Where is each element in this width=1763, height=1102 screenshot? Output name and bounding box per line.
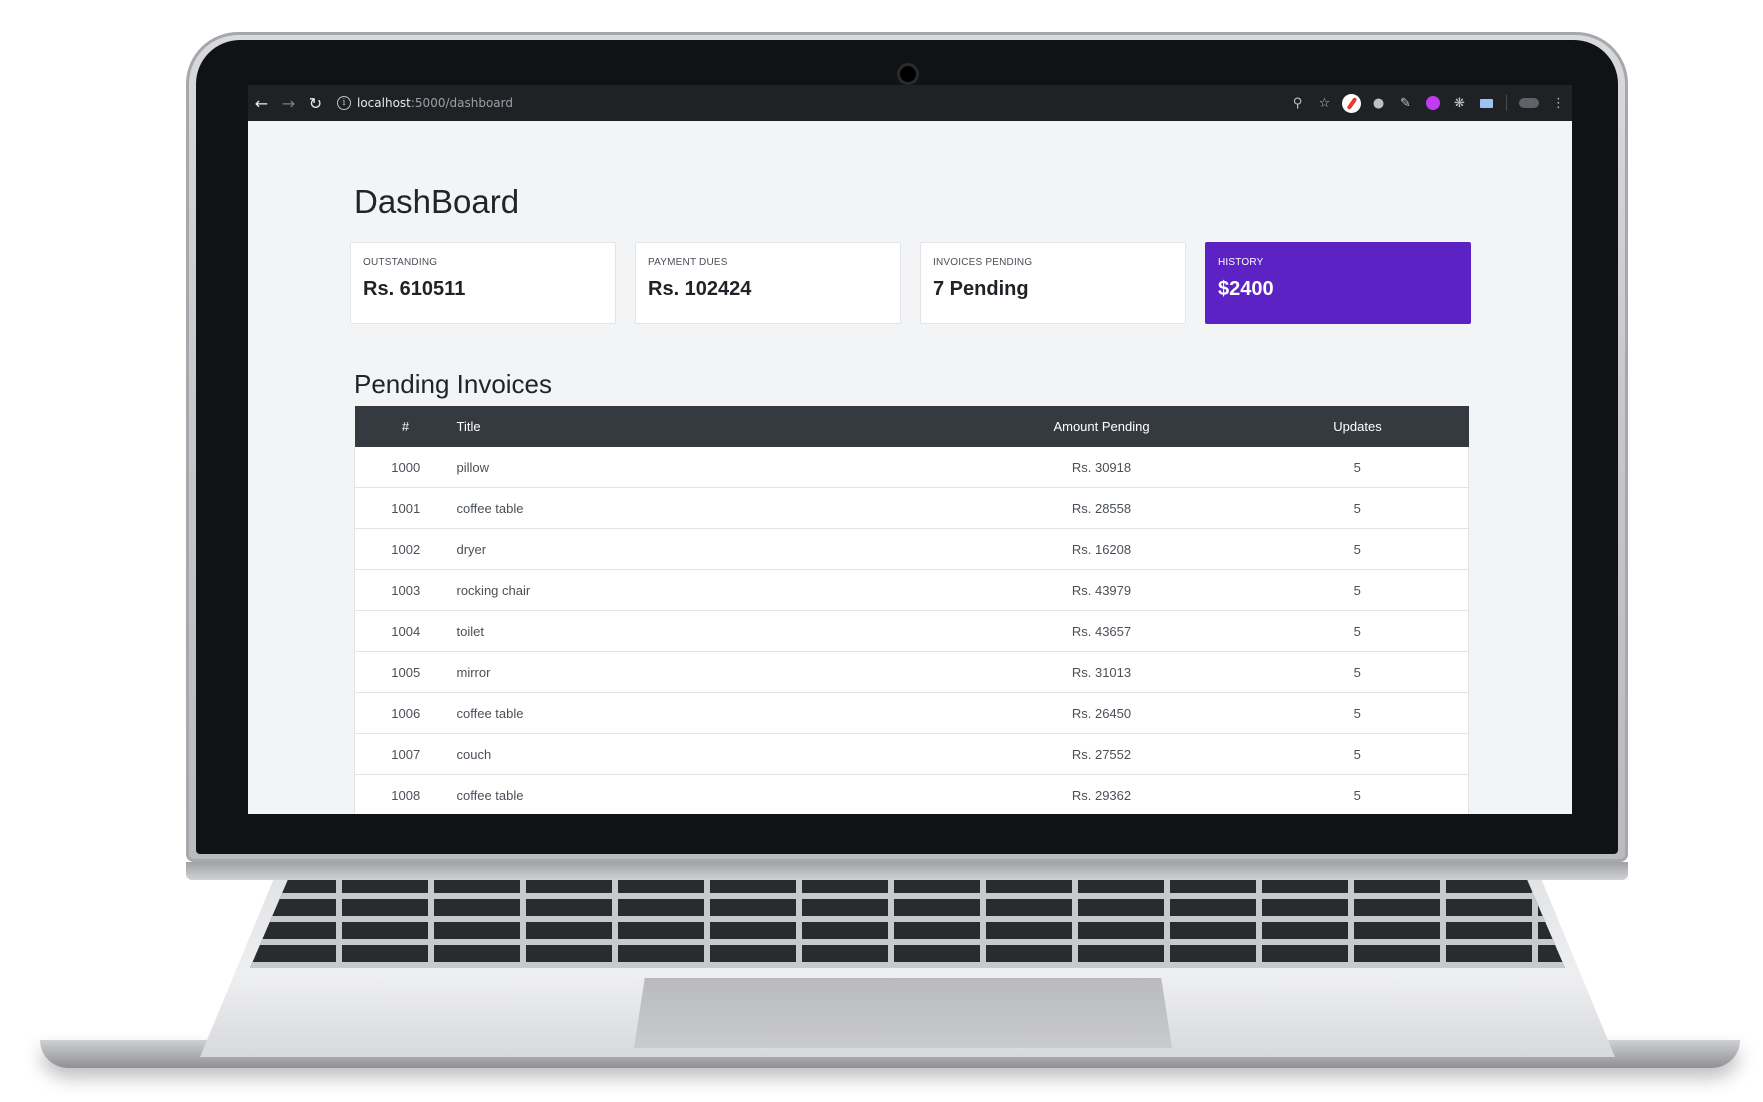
card-outstanding: OUTSTANDING Rs. 610511	[350, 242, 616, 324]
forward-icon[interactable]: →	[275, 85, 302, 121]
invoice-amount: Rs. 26450	[956, 692, 1247, 734]
invoice-number: 1004	[354, 610, 457, 652]
browser-actions: ⚲ ☆ ● ✎ ❋ ⋮	[1284, 85, 1572, 121]
card-label: INVOICES PENDING	[933, 257, 1033, 268]
table-row[interactable]: 1005 mirror Rs. 31013 5	[354, 651, 1469, 693]
invoice-title: rocking chair	[456, 569, 957, 611]
invoice-amount: Rs. 30918	[956, 447, 1247, 488]
column-header-updates: Updates	[1246, 406, 1469, 447]
address-bar[interactable]: i localhost:5000/dashboard	[337, 90, 513, 116]
invoice-title: dryer	[456, 528, 957, 570]
url-path: :5000/dashboard	[410, 96, 513, 110]
table-row[interactable]: 1002 dryer Rs. 16208 5	[354, 528, 1469, 570]
column-header-amount: Amount Pending	[956, 406, 1247, 447]
invoice-updates: 5	[1246, 487, 1469, 529]
url-host: localhost	[357, 96, 411, 110]
browser-toolbar: ← → ↻ i localhost:5000/dashboard ⚲ ☆ ● ✎…	[248, 85, 1572, 121]
invoice-title: pillow	[456, 447, 957, 488]
extension-purple-icon[interactable]	[1419, 85, 1446, 121]
column-header-title: Title	[456, 406, 957, 447]
invoice-title: toilet	[456, 610, 957, 652]
card-value: Rs. 610511	[363, 278, 466, 300]
menu-icon[interactable]: ⋮	[1545, 85, 1572, 121]
card-payment-dues: PAYMENT DUES Rs. 102424	[635, 242, 901, 324]
table-header-row: # Title Amount Pending Updates	[354, 406, 1469, 447]
invoice-amount: Rs. 43979	[956, 569, 1247, 611]
laptop-keyboard	[250, 876, 1565, 968]
invoice-number: 1007	[354, 733, 457, 775]
table-row[interactable]: 1007 couch Rs. 27552 5	[354, 733, 1469, 775]
invoice-updates: 5	[1246, 447, 1469, 488]
laptop-trackpad	[634, 978, 1172, 1048]
invoice-amount: Rs. 29362	[956, 774, 1247, 814]
invoice-number: 1000	[354, 447, 457, 488]
section-title: Pending Invoices	[354, 369, 553, 399]
laptop-screen: ← → ↻ i localhost:5000/dashboard ⚲ ☆ ● ✎…	[248, 85, 1572, 814]
invoice-amount: Rs. 16208	[956, 528, 1247, 570]
table-row[interactable]: 1008 coffee table Rs. 29362 5	[354, 774, 1469, 814]
back-icon[interactable]: ←	[248, 85, 275, 121]
table-row[interactable]: 1004 toilet Rs. 43657 5	[354, 610, 1469, 652]
invoice-updates: 5	[1246, 774, 1469, 814]
key-icon[interactable]: ⚲	[1284, 85, 1311, 121]
invoice-updates: 5	[1246, 733, 1469, 775]
card-label: PAYMENT DUES	[648, 257, 728, 268]
invoice-title: coffee table	[456, 487, 957, 529]
card-label: OUTSTANDING	[363, 257, 438, 268]
table-row[interactable]: 1003 rocking chair Rs. 43979 5	[354, 569, 1469, 611]
invoice-number: 1006	[354, 692, 457, 734]
invoice-updates: 5	[1246, 692, 1469, 734]
star-icon[interactable]: ☆	[1311, 85, 1338, 121]
page-content: DashBoard OUTSTANDING Rs. 610511 PAYMENT…	[248, 121, 1572, 814]
react-icon[interactable]: ❋	[1446, 85, 1473, 121]
toolbar-divider	[1506, 95, 1507, 111]
invoice-amount: Rs. 27552	[956, 733, 1247, 775]
invoice-title: couch	[456, 733, 957, 775]
invoice-number: 1003	[354, 569, 457, 611]
pencil-icon[interactable]: ✎	[1392, 85, 1419, 121]
invoice-updates: 5	[1246, 651, 1469, 693]
card-invoices-pending: INVOICES PENDING 7 Pending	[920, 242, 1186, 324]
extension-avatar-icon[interactable]	[1338, 85, 1365, 121]
invoice-title: mirror	[456, 651, 957, 693]
card-label: HISTORY	[1218, 257, 1264, 268]
webcam-icon	[900, 66, 916, 82]
table-row[interactable]: 1000 pillow Rs. 30918 5	[354, 447, 1469, 488]
invoice-number: 1005	[354, 651, 457, 693]
reload-icon[interactable]: ↻	[302, 85, 329, 121]
site-info-icon[interactable]: i	[337, 96, 351, 110]
card-value: $2400	[1218, 278, 1274, 300]
pending-invoices-table: # Title Amount Pending Updates 1000 pillo…	[354, 406, 1469, 814]
page-title: DashBoard	[354, 183, 520, 220]
extension-window-icon[interactable]	[1473, 85, 1500, 121]
table-row[interactable]: 1001 coffee table Rs. 28558 5	[354, 487, 1469, 529]
invoice-amount: Rs. 31013	[956, 651, 1247, 693]
invoice-amount: Rs. 43657	[956, 610, 1247, 652]
invoice-number: 1002	[354, 528, 457, 570]
profile-icon[interactable]	[1519, 98, 1539, 108]
invoice-amount: Rs. 28558	[956, 487, 1247, 529]
laptop-hinge	[186, 862, 1628, 880]
invoice-updates: 5	[1246, 569, 1469, 611]
card-history[interactable]: HISTORY $2400	[1205, 242, 1471, 324]
invoice-number: 1008	[354, 774, 457, 814]
card-value: Rs. 102424	[648, 278, 752, 300]
invoice-updates: 5	[1246, 528, 1469, 570]
table-body: 1000 pillow Rs. 30918 5 1001 coffee table Rs. …	[354, 447, 1469, 814]
invoice-title: coffee table	[456, 692, 957, 734]
column-header-number: #	[354, 406, 457, 447]
invoice-title: coffee table	[456, 774, 957, 814]
invoice-updates: 5	[1246, 610, 1469, 652]
card-value: 7 Pending	[933, 278, 1029, 300]
invoice-number: 1001	[354, 487, 457, 529]
extension-bug-icon[interactable]: ●	[1365, 85, 1392, 121]
table-row[interactable]: 1006 coffee table Rs. 26450 5	[354, 692, 1469, 734]
